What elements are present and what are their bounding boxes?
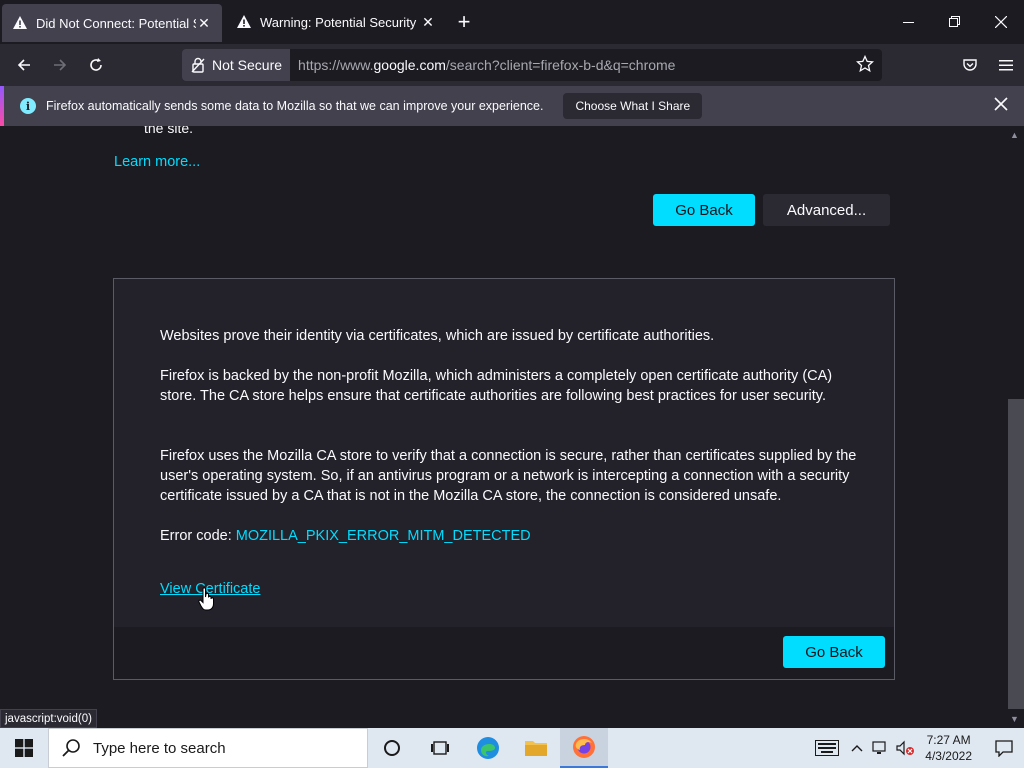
broken-lock-icon: [191, 57, 205, 73]
page-content: the site. Learn more... Go Back Advanced…: [0, 126, 1008, 728]
show-hidden-icons-button[interactable]: [845, 728, 869, 768]
panel-paragraph-1: Websites prove their identity via certif…: [160, 328, 715, 344]
url-text[interactable]: https://www.google.com/search?client=fir…: [298, 57, 675, 73]
taskbar: Type here to search 7:27 AM 4/3/2022: [0, 728, 1024, 768]
notifications-button[interactable]: [984, 728, 1024, 768]
scrollbar-thumb[interactable]: [1008, 399, 1024, 709]
pocket-icon: [963, 59, 977, 71]
tab-did-not-connect[interactable]: Did Not Connect: Potential Secu ✕: [2, 4, 222, 42]
hamburger-icon: [999, 60, 1013, 71]
learn-more-link[interactable]: Learn more...: [114, 154, 200, 170]
advanced-panel: Websites prove their identity via certif…: [113, 278, 895, 680]
windows-logo-icon: [15, 739, 33, 757]
not-secure-label: Not Secure: [212, 57, 283, 73]
close-window-button[interactable]: [978, 0, 1024, 44]
reload-button[interactable]: [78, 47, 114, 83]
back-button[interactable]: [6, 47, 42, 83]
volume-tray-button[interactable]: [893, 728, 917, 768]
go-back-button[interactable]: Go Back: [653, 194, 755, 226]
edge-taskbar-button[interactable]: [464, 728, 512, 768]
tab-title: Did Not Connect: Potential Secu: [36, 15, 196, 31]
cortana-circle-icon: [384, 740, 400, 756]
start-button[interactable]: [0, 728, 48, 768]
forward-arrow-icon: [54, 59, 67, 71]
network-icon: [872, 741, 886, 754]
go-back-button-footer[interactable]: Go Back: [783, 636, 885, 668]
taskbar-clock[interactable]: 7:27 AM 4/3/2022: [925, 732, 972, 764]
error-code-line: Error code: MOZILLA_PKIX_ERROR_MITM_DETE…: [160, 526, 860, 546]
panel-paragraph-3: Firefox uses the Mozilla CA store to ver…: [160, 448, 857, 504]
bookmark-star-icon[interactable]: [855, 54, 875, 78]
close-tab-icon[interactable]: ✕: [420, 14, 436, 31]
minimize-button[interactable]: [886, 0, 932, 44]
panel-paragraph-2: Firefox is backed by the non-profit Mozi…: [160, 368, 833, 404]
folder-icon: [525, 741, 547, 756]
taskbar-search-box[interactable]: Type here to search: [48, 728, 368, 768]
partial-text: the site.: [144, 126, 194, 136]
warning-icon: [236, 14, 252, 30]
error-code-label: Error code:: [160, 528, 236, 544]
search-placeholder: Type here to search: [93, 739, 226, 757]
url-bar[interactable]: Not Secure https://www.google.com/search…: [182, 49, 882, 81]
tab-strip: Did Not Connect: Potential Secu ✕ Warnin…: [0, 0, 1024, 44]
task-view-button[interactable]: [416, 728, 464, 768]
nav-bar: Not Secure https://www.google.com/search…: [0, 44, 1024, 86]
chevron-up-icon: [851, 745, 863, 752]
new-tab-button[interactable]: +: [446, 4, 482, 40]
network-tray-button[interactable]: [869, 728, 893, 768]
info-icon: i: [20, 98, 36, 114]
tab-warning[interactable]: Warning: Potential Security Risk ✕: [226, 0, 446, 44]
firefox-taskbar-button[interactable]: [560, 728, 608, 768]
forward-button[interactable]: [42, 47, 78, 83]
back-arrow-icon: [17, 59, 30, 71]
volume-muted-icon: [896, 740, 915, 756]
system-tray: 7:27 AM 4/3/2022: [809, 728, 1024, 768]
file-explorer-taskbar-button[interactable]: [512, 728, 560, 768]
scroll-down-icon[interactable]: ▼: [1010, 714, 1019, 724]
error-code-link[interactable]: MOZILLA_PKIX_ERROR_MITM_DETECTED: [236, 528, 531, 544]
not-secure-indicator[interactable]: Not Secure: [182, 49, 291, 81]
warning-icon: [12, 15, 28, 31]
hand-cursor-icon: [198, 587, 214, 611]
restore-button[interactable]: [932, 0, 978, 44]
firefox-icon: [573, 736, 595, 758]
clock-time: 7:27 AM: [926, 733, 971, 747]
close-tab-icon[interactable]: ✕: [196, 15, 212, 32]
advanced-button[interactable]: Advanced...: [763, 194, 890, 226]
status-link-preview: javascript:void(0): [0, 709, 97, 728]
search-icon: [62, 739, 80, 757]
notification-bar: i Firefox automatically sends some data …: [0, 86, 1024, 126]
scroll-up-icon[interactable]: ▲: [1010, 130, 1019, 140]
keyboard-icon: [815, 740, 840, 756]
clock-date: 4/3/2022: [925, 749, 972, 763]
menu-button[interactable]: [988, 47, 1024, 83]
choose-what-i-share-button[interactable]: Choose What I Share: [563, 93, 703, 119]
notification-icon: [995, 740, 1013, 757]
edge-icon: [477, 737, 499, 759]
cortana-button[interactable]: [368, 728, 416, 768]
notification-message: Firefox automatically sends some data to…: [46, 99, 544, 113]
task-view-icon: [431, 741, 449, 755]
panel-footer: Go Back: [114, 627, 894, 679]
keyboard-tray-button[interactable]: [809, 728, 845, 768]
pocket-button[interactable]: [952, 47, 988, 83]
reload-icon: [90, 58, 102, 71]
close-icon[interactable]: [994, 97, 1008, 116]
tab-title: Warning: Potential Security Risk: [260, 14, 420, 30]
